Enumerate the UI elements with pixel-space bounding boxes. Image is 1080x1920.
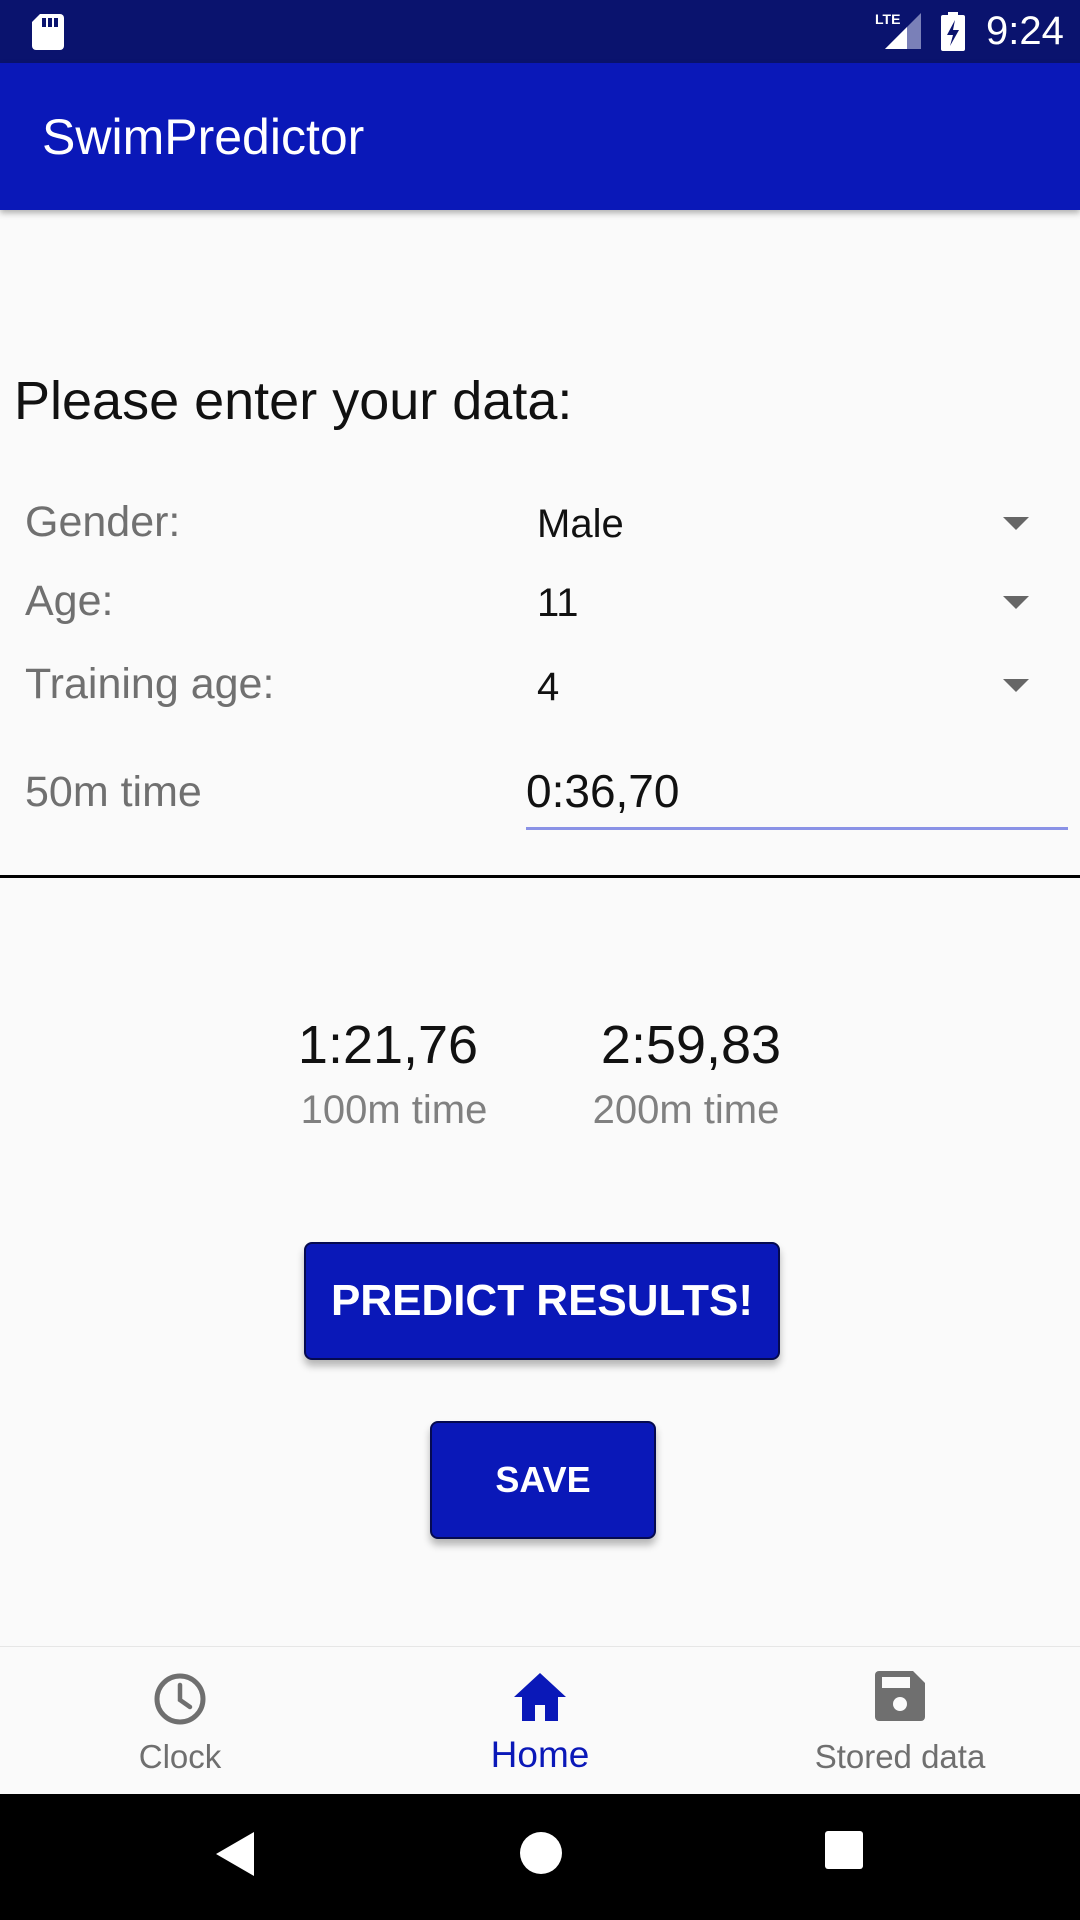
app-title: SwimPredictor [42,109,365,165]
training-age-spinner[interactable]: 4 [520,651,1060,721]
nav-item-home[interactable]: Home [360,1647,720,1795]
training-age-label: Training age: [25,660,275,708]
nav-label-clock: Clock [138,1738,222,1775]
status-time: 9:24 [986,9,1064,53]
result-200m-value: 2:59,83 [600,1015,782,1075]
system-navigation-bar [0,1794,1080,1920]
svg-text:LTE: LTE [875,11,900,27]
clock-icon [152,1671,208,1732]
time-50m-input[interactable]: 0:36,70 [526,760,1068,830]
back-icon[interactable] [214,1830,256,1883]
training-age-value: 4 [537,665,560,709]
home-circle-icon[interactable] [518,1830,564,1881]
save-icon [875,1671,925,1726]
time-50m-label: 50m time [25,768,202,816]
divider [0,875,1080,878]
bottom-navigation: Clock Home Stored data [0,1646,1080,1794]
time-50m-value: 0:36,70 [526,765,680,817]
age-spinner[interactable]: 11 [520,568,1060,638]
form-heading: Please enter your data: [14,371,573,431]
app-bar: SwimPredictor [0,63,1080,210]
gender-label: Gender: [25,498,181,546]
battery-charging-icon [940,12,966,57]
status-bar: LTE 9:24 [0,0,1080,63]
result-100m-label: 100m time [300,1088,488,1132]
nav-item-stored-data[interactable]: Stored data [720,1647,1080,1795]
predict-results-button[interactable]: PREDICT RESULTS! [304,1242,780,1360]
chevron-down-icon [1003,679,1029,692]
result-100m-value: 1:21,76 [297,1015,479,1075]
gender-value: Male [537,502,624,546]
save-button[interactable]: SAVE [430,1421,656,1539]
age-label: Age: [25,577,114,625]
chevron-down-icon [1003,596,1029,609]
nav-item-clock[interactable]: Clock [0,1647,360,1795]
chevron-down-icon [1003,517,1029,530]
result-200m-label: 200m time [592,1088,780,1132]
nav-label-stored-data: Stored data [814,1738,986,1775]
sd-card-icon [32,14,64,55]
home-icon [512,1671,568,1728]
age-value: 11 [537,581,579,625]
nav-label-home: Home [490,1734,590,1775]
recents-icon[interactable] [824,1830,864,1875]
screen: LTE 9:24 SwimPredictor Please enter your… [0,0,1080,1920]
gender-spinner[interactable]: Male [520,490,1060,560]
lte-signal-icon: LTE [875,11,925,56]
